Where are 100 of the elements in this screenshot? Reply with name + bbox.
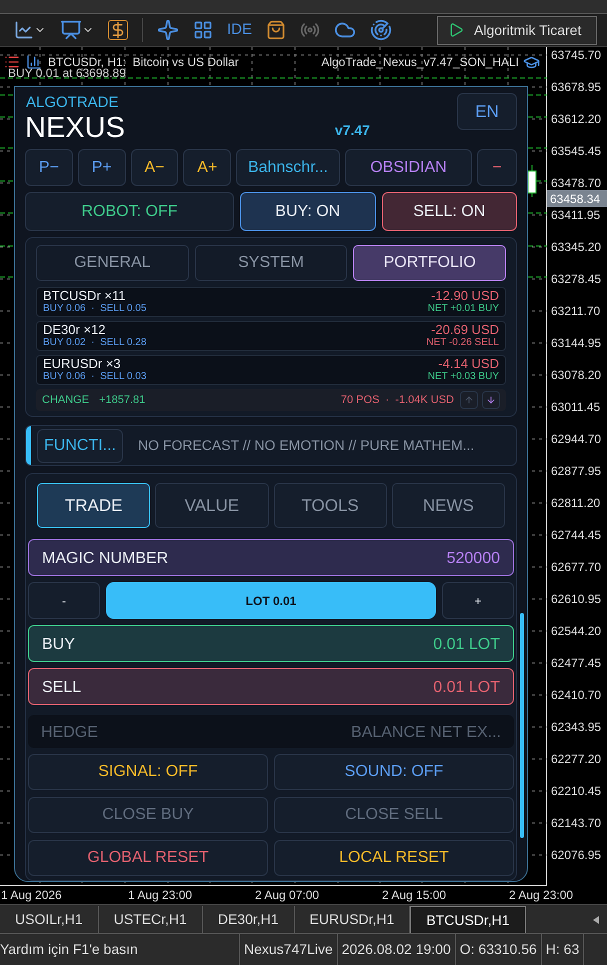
brand-label: ALGOTRADE <box>26 94 120 112</box>
current-price-label: 63458.34 <box>547 190 607 207</box>
section-tab[interactable]: SYSTEM <box>194 245 348 281</box>
price-label: 62944.70 <box>550 431 602 448</box>
status-cell: O: 63310.56 <box>456 934 542 965</box>
action-button[interactable]: GLOBAL RESET <box>28 840 268 876</box>
position-net: NET -0.26 SELL <box>426 337 499 349</box>
trade-tab[interactable]: NEWS <box>392 483 505 528</box>
list-icon <box>4 54 20 70</box>
trade-tab[interactable]: TOOLS <box>274 483 387 528</box>
chart-monitor-icon[interactable] <box>60 19 94 41</box>
tool-button[interactable]: P+ <box>78 149 126 186</box>
price-label: 62610.95 <box>550 591 602 608</box>
time-label: 2 Aug 07:00 <box>254 887 320 904</box>
lot-decrease-button[interactable]: - <box>28 582 100 619</box>
action-button[interactable]: SIGNAL: OFF <box>28 754 268 790</box>
arrow-down-icon <box>486 395 496 405</box>
price-label: 62877.95 <box>550 463 602 480</box>
position-net: NET +0.03 BUY <box>428 371 499 383</box>
price-label: 62410.70 <box>550 687 602 704</box>
shopping-bag-icon[interactable] <box>266 20 286 40</box>
magic-number-value: 520000 <box>446 549 500 569</box>
section-tab[interactable]: GENERAL <box>36 245 189 281</box>
tool-button[interactable]: P− <box>25 149 73 186</box>
status-cell: H: 63 <box>542 934 584 965</box>
grid-icon[interactable] <box>193 20 213 40</box>
trade-tab[interactable]: TRADE <box>37 483 150 528</box>
time-label: 1 Aug 23:00 <box>127 887 194 904</box>
bar-chart-icon <box>26 54 42 70</box>
dollar-icon[interactable] <box>108 20 128 40</box>
play-icon <box>448 22 464 38</box>
trade-label: BUY 0.01 at 63698.89 <box>8 66 126 82</box>
position-pnl: -12.90 USD <box>431 289 499 303</box>
price-label: 62544.20 <box>550 623 602 640</box>
price-label: 62076.95 <box>550 847 602 864</box>
position-row[interactable]: DE30r ×12 BUY 0.02 · SELL 0.28 -20.69 USD NET -0.26 SELL <box>36 321 506 351</box>
chart-symbol-title: BTCUSDr, H1: Bitcoin vs US Dollar <box>48 54 239 69</box>
position-lots: BUY 0.02 · SELL 0.28 <box>43 337 146 349</box>
lot-size-button[interactable]: LOT 0.01 <box>106 582 436 619</box>
status-cell: Nexus747Live <box>240 934 338 965</box>
arrow-down-button[interactable] <box>482 391 500 409</box>
sparkle-icon[interactable] <box>157 19 179 41</box>
radar-icon[interactable] <box>370 19 392 41</box>
tool-button[interactable]: A− <box>130 149 178 186</box>
hedge-value: BALANCE NET EX... <box>351 723 501 743</box>
toggle-button[interactable]: SELL: ON <box>382 192 517 231</box>
price-label: 62343.95 <box>550 719 602 736</box>
tool-button[interactable]: OBSIDIAN <box>344 149 472 186</box>
position-pnl: -20.69 USD <box>431 323 499 337</box>
toggle-button[interactable]: ROBOT: OFF <box>25 192 234 231</box>
price-label: 63078.20 <box>550 367 602 384</box>
scroll-left-icon[interactable] <box>593 916 599 924</box>
version-label: v7.47 <box>334 121 370 138</box>
price-label: 63144.95 <box>550 335 602 352</box>
section-tab[interactable]: PORTFOLIO <box>353 245 506 281</box>
totals-label: 70 POS · -1.04K USD <box>340 392 454 408</box>
time-label: 2 Aug 23:00 <box>508 887 574 904</box>
algo-trading-button[interactable]: Algoritmik Ticaret <box>437 16 597 44</box>
chart-tab[interactable]: BTCUSDr,H1 <box>410 906 526 933</box>
price-label: 63278.45 <box>550 271 602 288</box>
price-label: 62811.20 <box>550 495 602 512</box>
toggle-button[interactable]: BUY: ON <box>240 192 376 231</box>
expert-name: AlgoTrade_Nexus_v7.47_SON_HALI <box>321 54 519 71</box>
time-label: 2 Aug 15:00 <box>381 887 448 904</box>
position-lots: BUY 0.06 · SELL 0.05 <box>43 303 146 315</box>
magic-number-row[interactable]: MAGIC NUMBER 520000 <box>28 539 514 576</box>
position-symbol: BTCUSDr ×11 <box>43 289 126 303</box>
language-button[interactable]: EN <box>457 93 517 130</box>
price-label: 62477.45 <box>550 655 602 672</box>
lot-increase-button[interactable]: + <box>442 582 514 619</box>
ide-button[interactable]: IDE <box>227 18 252 42</box>
price-label: 63612.20 <box>550 111 602 128</box>
price-label: 63211.70 <box>550 303 602 320</box>
change-label: CHANGE <box>42 392 90 408</box>
position-row[interactable]: BTCUSDr ×11 BUY 0.06 · SELL 0.05 -12.90 USD NET +0.01 BUY <box>36 287 506 317</box>
price-label: 62677.70 <box>550 559 602 576</box>
price-label: 62143.70 <box>550 815 602 832</box>
price-label: 63745.70 <box>550 47 602 64</box>
position-row[interactable]: EURUSDr ×3 BUY 0.06 · SELL 0.03 -4.14 USD NET +0.03 BUY <box>36 355 506 385</box>
order-button[interactable]: SELL 0.01 LOT <box>28 668 514 705</box>
tool-button[interactable]: A+ <box>183 149 232 186</box>
trade-tab[interactable]: VALUE <box>155 483 268 528</box>
position-lots: BUY 0.06 · SELL 0.03 <box>43 371 146 383</box>
position-symbol: EURUSDr ×3 <box>43 357 122 371</box>
price-label: 63678.95 <box>550 79 602 96</box>
status-cell: 2026.08.02 19:00 <box>338 934 456 965</box>
tool-button[interactable]: Bahnschr... <box>236 149 340 186</box>
position-pnl: -4.14 USD <box>438 357 499 371</box>
action-button[interactable]: LOCAL RESET <box>274 840 514 876</box>
position-net: NET +0.01 BUY <box>428 303 499 315</box>
function-button[interactable]: FUNCTI... <box>37 428 123 462</box>
line-chart-icon[interactable] <box>14 20 46 40</box>
tool-button[interactable]: − <box>477 149 517 186</box>
action-button[interactable]: SOUND: OFF <box>274 754 514 790</box>
price-label: 63011.45 <box>550 399 602 416</box>
hedge-label: HEDGE <box>41 723 98 743</box>
price-label: 63345.20 <box>550 239 602 256</box>
motto-text: NO FORECAST // NO EMOTION // PURE MATHEM... <box>138 436 474 455</box>
order-button[interactable]: BUY 0.01 LOT <box>28 625 514 662</box>
time-label: 1 Aug 2026 <box>0 887 63 904</box>
